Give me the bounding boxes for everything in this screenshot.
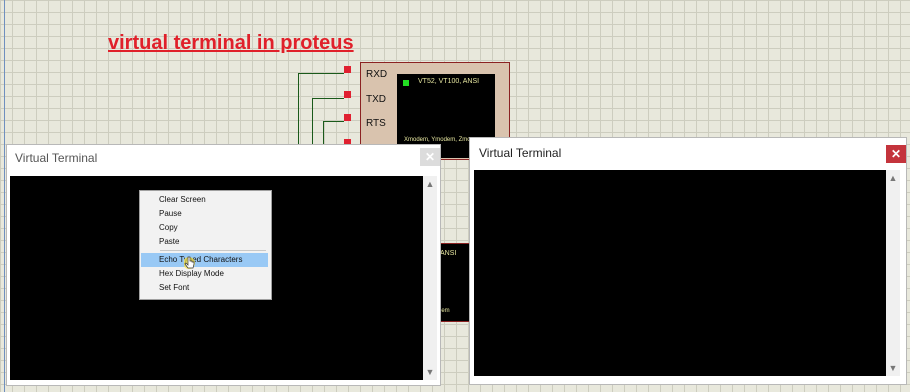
wire-rxd-vertical [298, 73, 299, 147]
wire-rts-vertical [323, 121, 324, 146]
menu-item-copy[interactable]: Copy [141, 221, 268, 235]
wire-rxd [298, 73, 344, 74]
wire-txd-vertical [312, 98, 313, 146]
menu-item-paste[interactable]: Paste [141, 235, 268, 249]
pin-label-rts: RTS [366, 118, 386, 129]
pin-label-txd: TXD [366, 94, 386, 105]
scroll-down-icon[interactable]: ▼ [423, 365, 437, 379]
menu-item-set-font[interactable]: Set Font [141, 281, 268, 295]
menu-separator [160, 250, 266, 251]
context-menu: Clear Screen Pause Copy Paste Echo Typed… [139, 190, 272, 300]
window-title-right: Virtual Terminal [479, 146, 562, 160]
annotation-title: virtual terminal in proteus [108, 32, 354, 54]
menu-item-clear-screen[interactable]: Clear Screen [141, 193, 268, 207]
terminal-screen-right[interactable] [474, 170, 886, 376]
window-title-left: Virtual Terminal [15, 151, 98, 165]
component-footer-text: Xmodem, Ymodem, Zmo [404, 137, 471, 143]
component-led [403, 80, 409, 86]
pin-marker-rts [344, 114, 351, 121]
pin-marker-rxd [344, 66, 351, 73]
menu-item-pause[interactable]: Pause [141, 207, 268, 221]
scrollbar-right[interactable] [886, 170, 900, 376]
scroll-down-icon[interactable]: ▼ [886, 361, 900, 375]
wire-rts [323, 121, 344, 122]
component-screen-text: VT52, VT100, ANSI [418, 78, 480, 85]
schematic-edge-line [4, 0, 5, 392]
scroll-up-icon[interactable]: ▲ [423, 177, 437, 191]
menu-item-hex-display-mode[interactable]: Hex Display Mode [141, 267, 268, 281]
wire-txd [312, 98, 344, 99]
pin-label-rxd: RXD [366, 69, 388, 80]
scrollbar-left[interactable] [423, 176, 437, 380]
second-component-screen-text: ANSI [440, 250, 457, 257]
pin-marker-txd [344, 91, 351, 98]
scroll-up-icon[interactable]: ▲ [886, 171, 900, 185]
hand-cursor-icon [184, 256, 195, 269]
close-icon[interactable]: ✕ [886, 145, 906, 163]
menu-item-echo-typed-characters[interactable]: Echo Typed Characters [141, 253, 268, 267]
close-icon[interactable]: ✕ [420, 148, 440, 166]
